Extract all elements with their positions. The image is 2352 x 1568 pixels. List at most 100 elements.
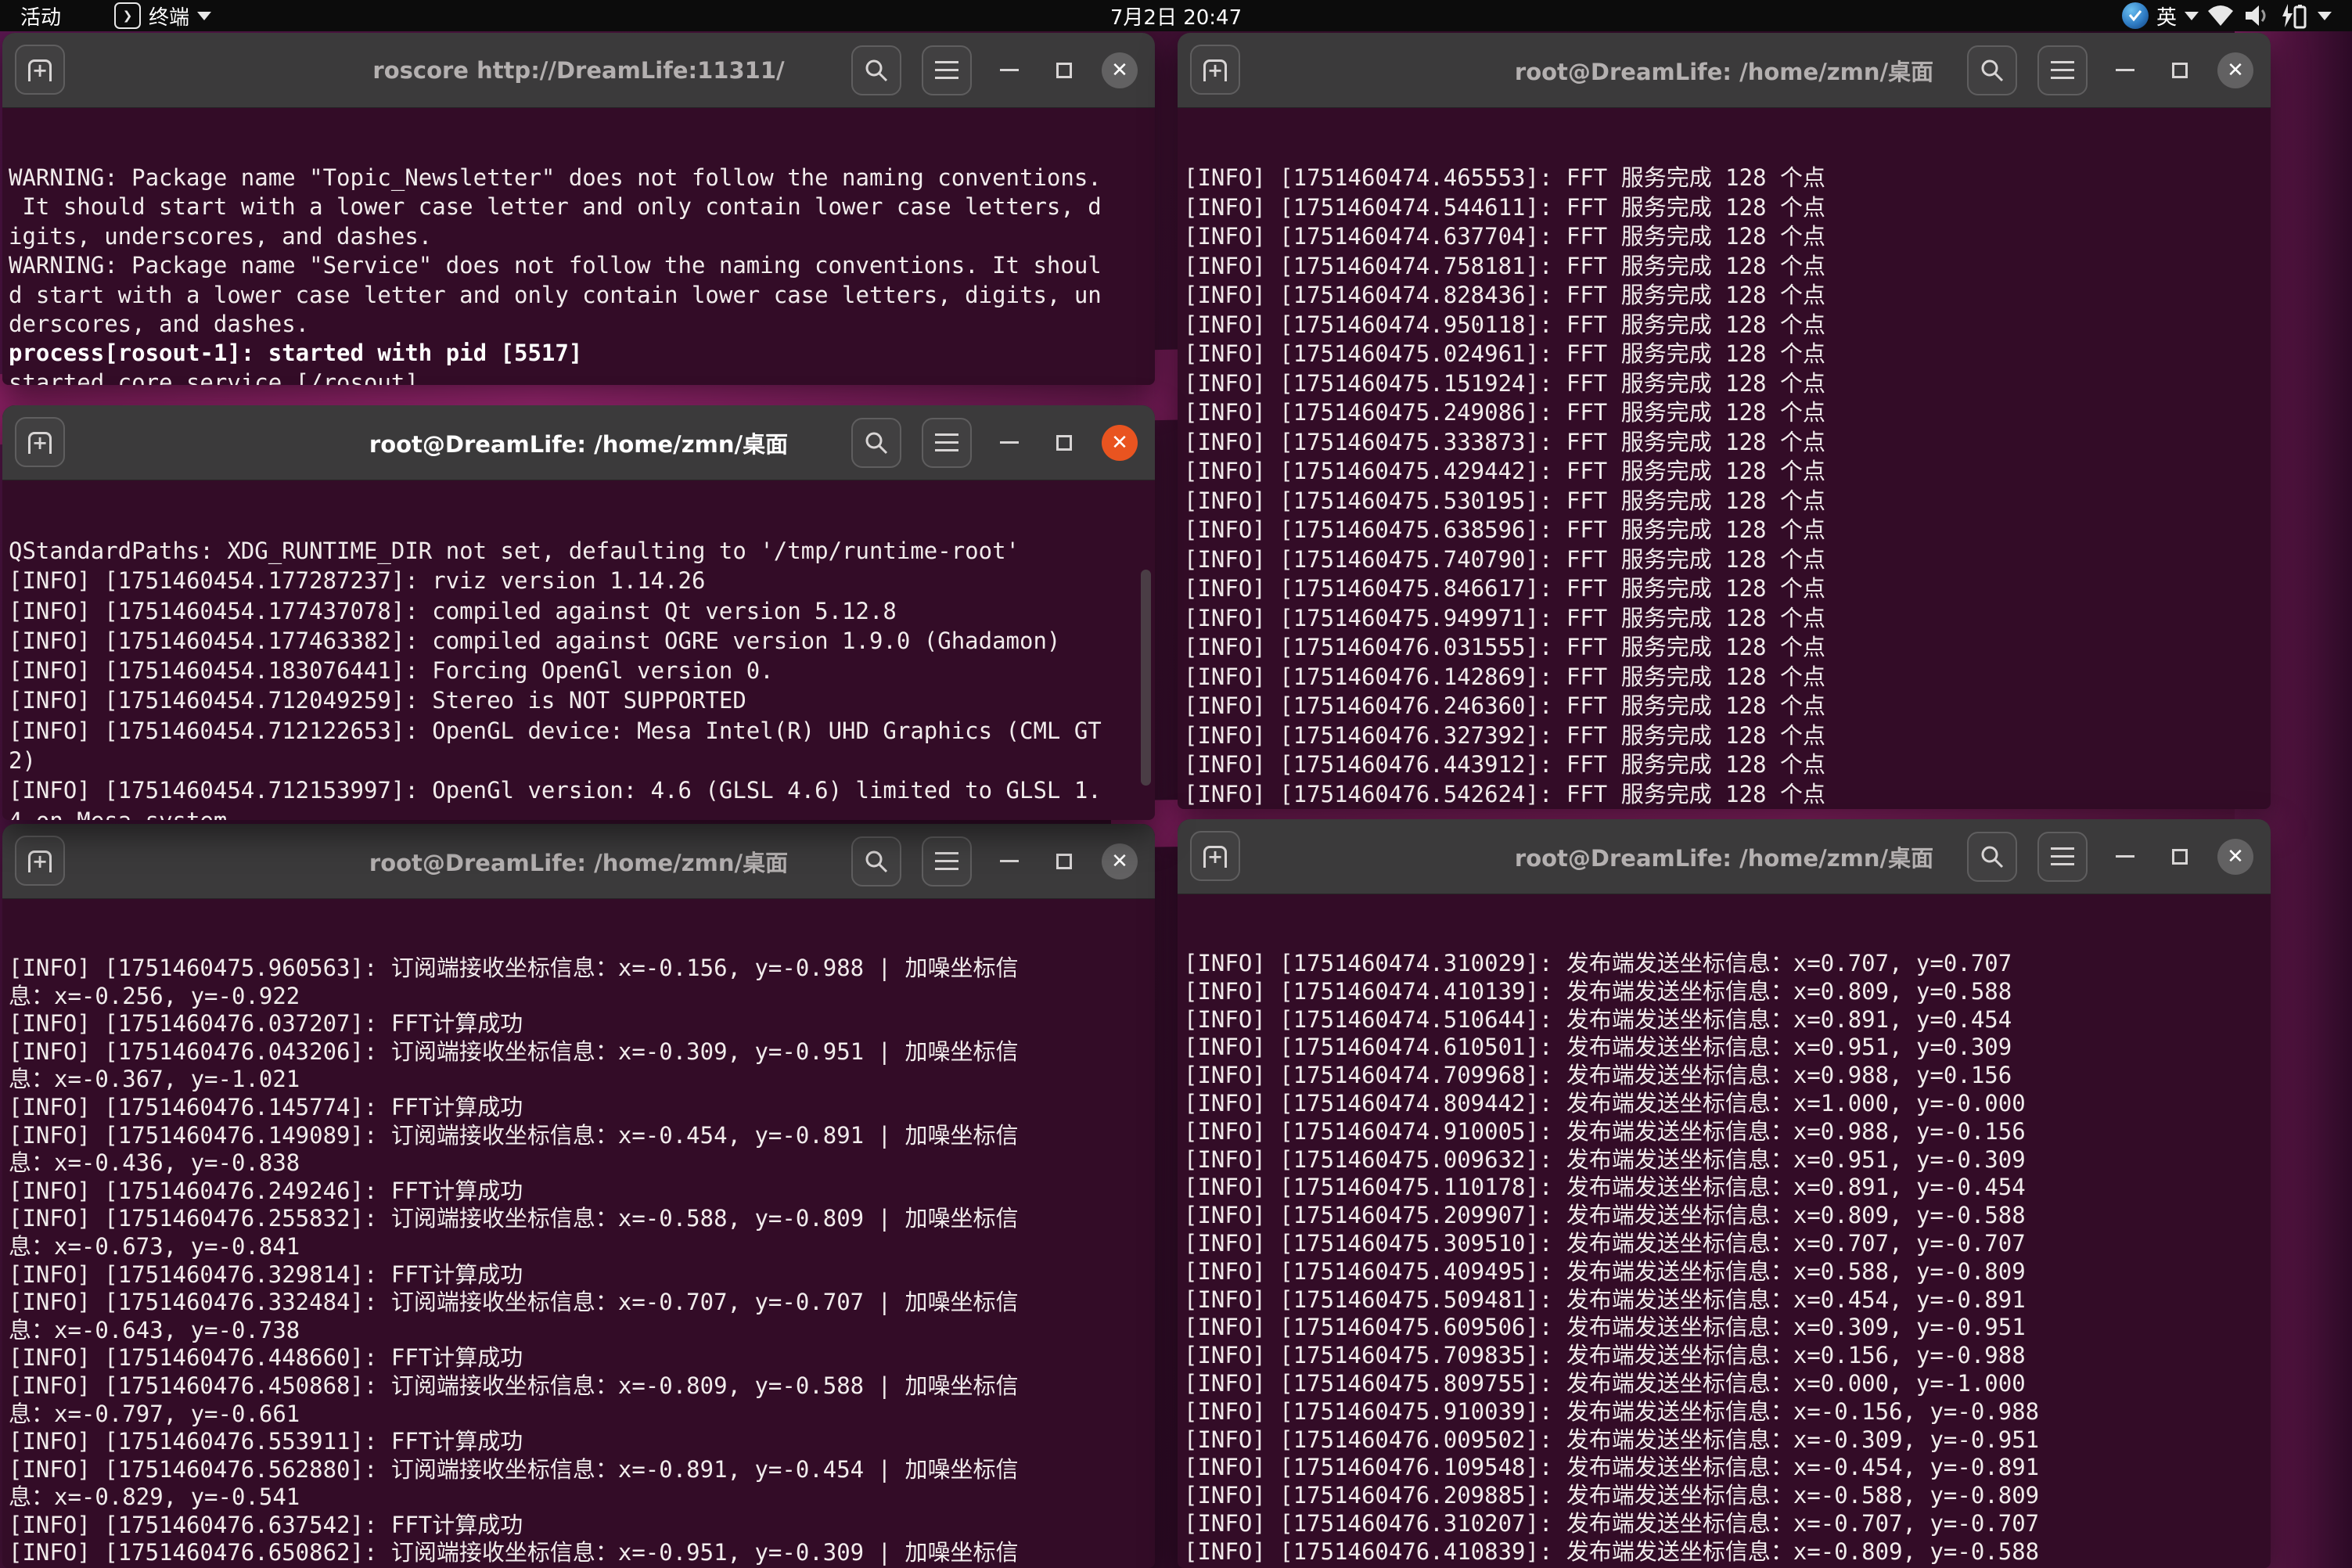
log-line: [INFO] [1751460475.009632]: 发布端发送坐标信息：x=… xyxy=(1184,1146,2266,1174)
minimize-button[interactable] xyxy=(2108,840,2142,874)
input-method-indicator[interactable]: 英 xyxy=(2156,2,2199,31)
log-line: WARNING: Package name "Service" does not… xyxy=(9,251,1150,280)
maximize-icon xyxy=(2172,849,2188,865)
minimize-button[interactable] xyxy=(2108,53,2142,88)
log-line: 2) xyxy=(9,746,1150,775)
app-menu-label: 终端 xyxy=(149,2,189,31)
titlebar[interactable]: + root@DreamLife: /home/zmn/桌面 ✕ xyxy=(1178,819,2271,894)
new-tab-button[interactable]: + xyxy=(15,417,65,467)
close-button[interactable]: ✕ xyxy=(1102,425,1138,461)
new-tab-button[interactable]: + xyxy=(1190,831,1240,881)
log-line: [INFO] [1751460475.740790]: FFT 服务完成 128… xyxy=(1184,545,2266,575)
log-line: [INFO] [1751460476.249246]: FFT计算成功 xyxy=(9,1178,1150,1206)
close-button[interactable]: ✕ xyxy=(2217,839,2253,875)
hamburger-menu-icon xyxy=(935,852,958,871)
log-line: [INFO] [1751460454.177437078]: compiled … xyxy=(9,596,1150,626)
log-line: 息：x=-0.256, y=-0.922 xyxy=(9,983,1150,1011)
titlebar[interactable]: + roscore http://DreamLife:11311/ ✕ xyxy=(2,33,1155,108)
app-badge-icon[interactable] xyxy=(2122,2,2149,29)
search-button[interactable] xyxy=(851,836,901,886)
window-subscriber: + root@DreamLife: /home/zmn/桌面 ✕ [INFO] … xyxy=(2,824,1155,1568)
titlebar[interactable]: + root@DreamLife: /home/zmn/桌面 ✕ xyxy=(2,405,1155,480)
app-menu[interactable]: ❯ 终端 xyxy=(114,0,211,31)
log-line: [INFO] [1751460476.327392]: FFT 服务完成 128… xyxy=(1184,721,2266,751)
log-line: [INFO] [1751460475.638596]: FFT 服务完成 128… xyxy=(1184,516,2266,545)
wifi-icon[interactable] xyxy=(2206,4,2235,27)
maximize-icon xyxy=(1056,854,1072,869)
log-line: [INFO] [1751460475.024961]: FFT 服务完成 128… xyxy=(1184,340,2266,369)
close-icon: ✕ xyxy=(1111,431,1128,455)
maximize-icon xyxy=(2172,63,2188,78)
log-line: [INFO] [1751460454.177463382]: compiled … xyxy=(9,626,1150,656)
search-button[interactable] xyxy=(1967,832,2017,882)
clock[interactable]: 7月2日 20:47 xyxy=(1110,0,1242,31)
window-rviz: + root@DreamLife: /home/zmn/桌面 ✕ QStanda… xyxy=(2,405,1155,820)
close-button[interactable]: ✕ xyxy=(1102,52,1138,88)
volume-icon[interactable] xyxy=(2242,3,2271,28)
scrollbar[interactable] xyxy=(1141,570,1151,786)
new-tab-icon: + xyxy=(1203,846,1227,866)
chevron-down-icon[interactable] xyxy=(2318,12,2332,20)
system-tray[interactable]: 英 xyxy=(2122,0,2332,31)
top-bar: 活动 ❯ 终端 7月2日 20:47 英 xyxy=(0,0,2352,31)
window-publisher: + root@DreamLife: /home/zmn/桌面 ✕ [INFO] … xyxy=(1178,819,2271,1568)
menu-button[interactable] xyxy=(922,836,972,886)
log-line: [INFO] [1751460475.949971]: FFT 服务完成 128… xyxy=(1184,604,2266,634)
window-title: root@DreamLife: /home/zmn/桌面 xyxy=(1515,54,1933,87)
log-line: [INFO] [1751460474.809442]: 发布端发送坐标信息：x=… xyxy=(1184,1090,2266,1118)
menu-button[interactable] xyxy=(922,418,972,468)
log-line: It should start with a lower case letter… xyxy=(9,192,1150,221)
new-tab-button[interactable]: + xyxy=(15,836,65,886)
menu-button[interactable] xyxy=(2037,45,2088,95)
terminal-app-icon: ❯ xyxy=(114,2,141,29)
hamburger-menu-icon xyxy=(935,61,958,80)
terminal-output[interactable]: [INFO] [1751460474.465553]: FFT 服务完成 128… xyxy=(1178,107,2271,809)
new-tab-button[interactable]: + xyxy=(1190,45,1240,95)
terminal-output[interactable]: QStandardPaths: XDG_RUNTIME_DIR not set,… xyxy=(2,480,1155,820)
search-button[interactable] xyxy=(851,45,901,95)
hamburger-menu-icon xyxy=(2051,847,2074,866)
search-icon xyxy=(864,849,889,874)
log-line: [INFO] [1751460454.712049259]: Stereo is… xyxy=(9,685,1150,715)
log-line: [INFO] [1751460454.712153997]: OpenGl ve… xyxy=(9,775,1150,805)
new-tab-icon: + xyxy=(28,59,52,80)
menu-button[interactable] xyxy=(922,45,972,95)
search-button[interactable] xyxy=(851,418,901,468)
maximize-button[interactable] xyxy=(1047,53,1081,88)
log-line: [INFO] [1751460475.151924]: FFT 服务完成 128… xyxy=(1184,369,2266,399)
log-line: 息：x=-0.643, y=-0.738 xyxy=(9,1317,1150,1345)
battery-charging-icon[interactable] xyxy=(2278,2,2310,29)
log-line: [INFO] [1751460475.110178]: 发布端发送坐标信息：x=… xyxy=(1184,1174,2266,1202)
log-line: [INFO] [1751460476.310207]: 发布端发送坐标信息：x=… xyxy=(1184,1510,2266,1538)
minimize-button[interactable] xyxy=(992,844,1027,879)
input-method-label: 英 xyxy=(2156,2,2177,31)
close-button[interactable]: ✕ xyxy=(2217,52,2253,88)
maximize-button[interactable] xyxy=(2163,53,2197,88)
minimize-button[interactable] xyxy=(992,53,1027,88)
titlebar[interactable]: + root@DreamLife: /home/zmn/桌面 ✕ xyxy=(2,824,1155,899)
log-line: [INFO] [1751460476.637542]: FFT计算成功 xyxy=(9,1512,1150,1540)
log-line: WARNING: Package name "Topic_Newsletter"… xyxy=(9,164,1150,192)
terminal-output[interactable]: WARNING: Package name "Topic_Newsletter"… xyxy=(2,107,1155,385)
log-line: [INFO] [1751460476.031555]: FFT 服务完成 128… xyxy=(1184,633,2266,663)
log-line: [INFO] [1751460476.255832]: 订阅端接收坐标信息：x=… xyxy=(9,1205,1150,1233)
log-line: [INFO] [1751460476.109548]: 发布端发送坐标信息：x=… xyxy=(1184,1454,2266,1482)
maximize-button[interactable] xyxy=(2163,840,2197,874)
menu-button[interactable] xyxy=(2037,832,2088,882)
titlebar[interactable]: + root@DreamLife: /home/zmn/桌面 ✕ xyxy=(1178,33,2271,108)
log-line: [INFO] [1751460476.562880]: 订阅端接收坐标信息：x=… xyxy=(9,1456,1150,1484)
minimize-button[interactable] xyxy=(992,426,1027,460)
new-tab-button[interactable]: + xyxy=(15,45,65,95)
log-line: [INFO] [1751460474.828436]: FFT 服务完成 128… xyxy=(1184,281,2266,311)
new-tab-icon: + xyxy=(28,851,52,871)
log-line: [INFO] [1751460475.910039]: 发布端发送坐标信息：x=… xyxy=(1184,1398,2266,1426)
activities-button[interactable]: 活动 xyxy=(20,0,61,31)
maximize-button[interactable] xyxy=(1047,426,1081,460)
close-button[interactable]: ✕ xyxy=(1102,843,1138,879)
maximize-button[interactable] xyxy=(1047,844,1081,879)
log-line: 息：x=-0.829, y=-0.541 xyxy=(9,1483,1150,1512)
new-tab-icon: + xyxy=(28,432,52,452)
terminal-output[interactable]: [INFO] [1751460474.310029]: 发布端发送坐标信息：x=… xyxy=(1178,894,2271,1568)
search-button[interactable] xyxy=(1967,45,2017,95)
terminal-output[interactable]: [INFO] [1751460475.960563]: 订阅端接收坐标信息：x=… xyxy=(2,898,1155,1568)
